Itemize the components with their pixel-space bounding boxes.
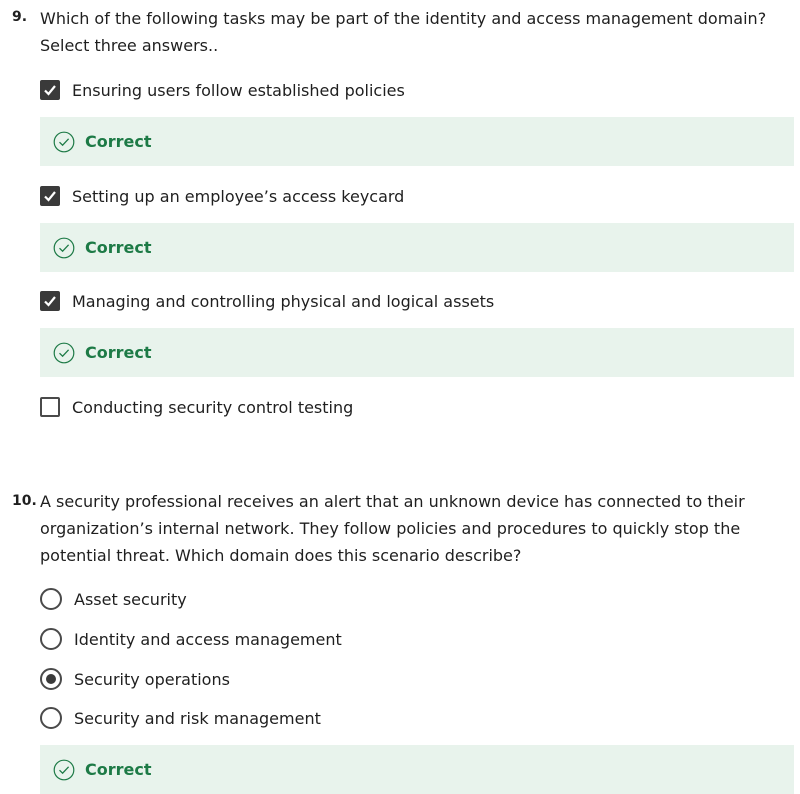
checkbox-unchecked-icon[interactable]: [40, 397, 60, 417]
option-label: Security and risk management: [74, 708, 321, 728]
feedback-label: Correct: [85, 238, 152, 257]
radio-unselected-icon[interactable]: [40, 588, 62, 610]
check-circle-icon: [53, 131, 75, 153]
radio-unselected-icon[interactable]: [40, 628, 62, 650]
radio-selected-icon[interactable]: [40, 668, 62, 690]
option-checkbox[interactable]: Managing and controlling physical and lo…: [40, 289, 494, 313]
option-label: Setting up an employee’s access keycard: [72, 186, 405, 206]
feedback-label: Correct: [85, 760, 152, 779]
question-number: 10.: [12, 493, 37, 509]
question-number: 9.: [12, 9, 28, 25]
option-radio[interactable]: Security operations: [40, 667, 230, 691]
option-label: Conducting security control testing: [72, 397, 354, 417]
checkbox-checked-icon[interactable]: [40, 291, 60, 311]
checkbox-checked-icon[interactable]: [40, 80, 60, 100]
option-checkbox[interactable]: Conducting security control testing: [40, 395, 353, 419]
option-label: Managing and controlling physical and lo…: [72, 291, 495, 311]
option-radio[interactable]: Security and risk management: [40, 706, 321, 730]
option-radio[interactable]: Identity and access management: [40, 627, 342, 651]
question-text: Which of the following tasks may be part…: [40, 9, 767, 55]
option-radio[interactable]: Asset security: [40, 587, 187, 611]
option-label: Ensuring users follow established polici…: [72, 80, 405, 100]
option-label: Asset security: [74, 589, 187, 609]
check-circle-icon: [53, 237, 75, 259]
feedback-correct: Correct: [40, 745, 794, 794]
question-text: A security professional receives an aler…: [40, 492, 745, 565]
feedback-label: Correct: [85, 132, 152, 151]
option-label: Identity and access management: [74, 629, 342, 649]
option-checkbox[interactable]: Setting up an employee’s access keycard: [40, 184, 404, 208]
option-label: Security operations: [74, 669, 230, 689]
check-circle-icon: [53, 759, 75, 781]
feedback-correct: Correct: [40, 223, 794, 272]
feedback-label: Correct: [85, 343, 152, 362]
feedback-correct: Correct: [40, 328, 794, 377]
radio-unselected-icon[interactable]: [40, 707, 62, 729]
checkbox-checked-icon[interactable]: [40, 186, 60, 206]
feedback-correct: Correct: [40, 117, 794, 166]
check-circle-icon: [53, 342, 75, 364]
option-checkbox[interactable]: Ensuring users follow established polici…: [40, 78, 405, 102]
